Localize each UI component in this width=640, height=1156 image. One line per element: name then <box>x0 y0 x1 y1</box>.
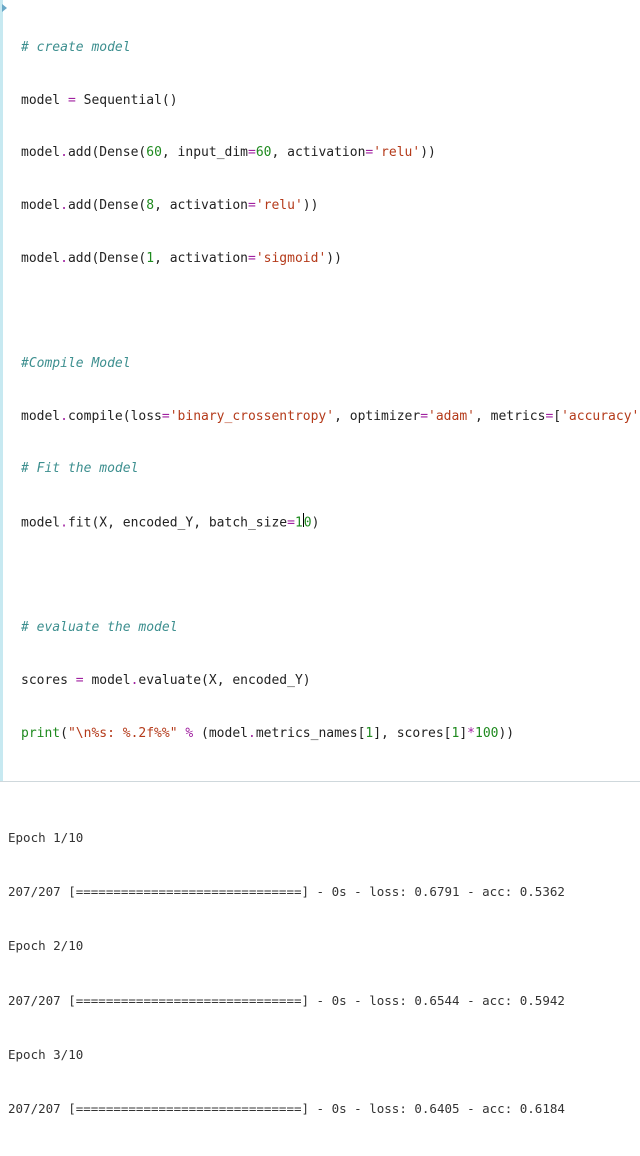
code-comment: # Fit the model <box>21 461 138 476</box>
output-line: Epoch 4/10 <box>8 1155 632 1156</box>
notebook-view: # create model model = Sequential() mode… <box>0 0 640 1156</box>
output-line: 207/207 [==============================]… <box>8 992 632 1010</box>
code-line[interactable]: # create model <box>7 39 640 57</box>
output-line: Epoch 1/10 <box>8 829 632 847</box>
code-line[interactable]: model.add(Dense(60, input_dim=60, activa… <box>7 144 640 162</box>
code-cell[interactable]: # create model model = Sequential() mode… <box>0 0 640 781</box>
chevron-right-icon <box>2 4 7 12</box>
output-line: 207/207 [==============================]… <box>8 1100 632 1118</box>
output-line: Epoch 3/10 <box>8 1046 632 1064</box>
code-line[interactable]: model.add(Dense(8, activation='relu')) <box>7 197 640 215</box>
code-line[interactable] <box>7 567 640 585</box>
code-line[interactable]: model.compile(loss='binary_crossentropy'… <box>7 408 640 426</box>
code-line[interactable]: model.fit(X, encoded_Y, batch_size=10) <box>7 513 640 532</box>
code-line[interactable]: scores = model.evaluate(X, encoded_Y) <box>7 672 640 690</box>
output-line: Epoch 2/10 <box>8 937 632 955</box>
code-line[interactable]: model = Sequential() <box>7 92 640 110</box>
code-line[interactable]: print("\n%s: %.2f%%" % (model.metrics_na… <box>7 725 640 743</box>
code-comment: # evaluate the model <box>21 620 178 635</box>
code-comment: # create model <box>21 40 131 55</box>
output-line: 207/207 [==============================]… <box>8 883 632 901</box>
output-cell: Epoch 1/10 207/207 [====================… <box>0 781 640 1156</box>
code-line[interactable]: #Compile Model <box>7 355 640 373</box>
code-line[interactable]: # evaluate the model <box>7 619 640 637</box>
code-line[interactable] <box>7 302 640 320</box>
code-line[interactable]: model.add(Dense(1, activation='sigmoid')… <box>7 250 640 268</box>
code-line[interactable]: # Fit the model <box>7 460 640 478</box>
code-comment: #Compile Model <box>21 356 131 371</box>
